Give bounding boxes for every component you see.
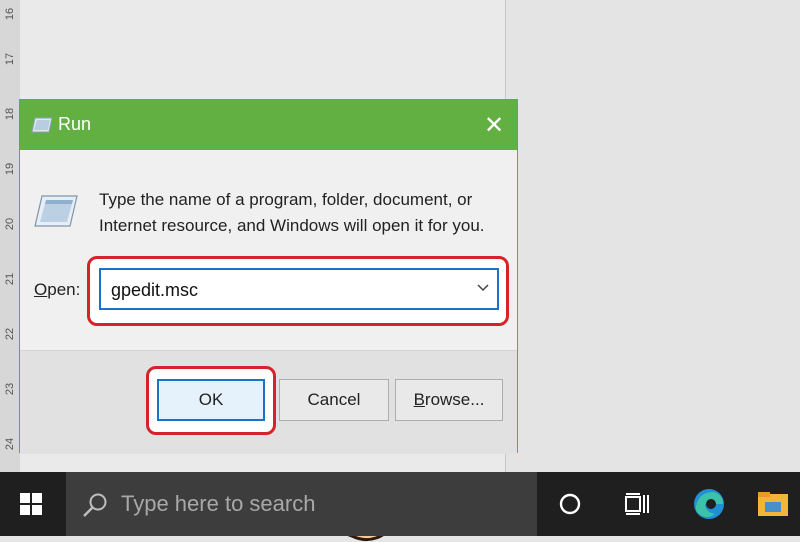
open-input-value[interactable]: gpedit.msc: [111, 280, 198, 301]
close-icon: ✕: [483, 111, 505, 139]
browse-button[interactable]: Browse...: [395, 379, 503, 421]
cortana-button[interactable]: [545, 472, 595, 536]
file-explorer-button[interactable]: [748, 472, 798, 536]
chevron-down-icon[interactable]: [475, 279, 491, 295]
cancel-button[interactable]: Cancel: [279, 379, 389, 421]
taskbar: Type here to search: [0, 472, 800, 536]
open-combobox[interactable]: gpedit.msc: [99, 268, 499, 310]
run-dialog: Run ✕ Type the name of a program, folder…: [19, 99, 518, 542]
dialog-description: Type the name of a program, folder, docu…: [99, 190, 485, 235]
run-illustration-icon: [34, 195, 78, 227]
close-button[interactable]: ✕: [471, 100, 517, 150]
file-explorer-icon: [758, 492, 788, 516]
search-placeholder: Type here to search: [121, 491, 316, 516]
ruler-number: 19: [4, 162, 16, 176]
ruler-number: 22: [4, 327, 16, 341]
title-bar[interactable]: Run ✕: [20, 100, 517, 150]
cortana-icon: [559, 493, 581, 515]
vertical-ruler: 16 17 18 19 20 21 22 23 24: [0, 0, 21, 472]
taskbar-search-box[interactable]: Type here to search: [66, 472, 537, 536]
task-view-button[interactable]: [612, 472, 662, 536]
ruler-number: 24: [4, 437, 16, 451]
ruler-number: 23: [4, 382, 16, 396]
ruler-number: 21: [4, 272, 16, 286]
ruler-number: 18: [4, 107, 16, 121]
ruler-number: 17: [4, 52, 16, 66]
run-app-icon: [31, 117, 53, 133]
edge-icon: [694, 489, 724, 519]
start-button[interactable]: [0, 472, 62, 536]
dialog-title: Run: [58, 114, 92, 134]
ruler-number: 16: [4, 7, 16, 21]
windows-start-icon: [20, 493, 42, 515]
ok-button[interactable]: OK: [157, 379, 265, 421]
task-view-icon: [625, 493, 649, 515]
open-label: Open:: [34, 280, 81, 299]
edge-button[interactable]: [684, 472, 734, 536]
ruler-number: 20: [4, 217, 16, 231]
search-icon: [83, 493, 107, 517]
workspace-background: [506, 0, 800, 472]
